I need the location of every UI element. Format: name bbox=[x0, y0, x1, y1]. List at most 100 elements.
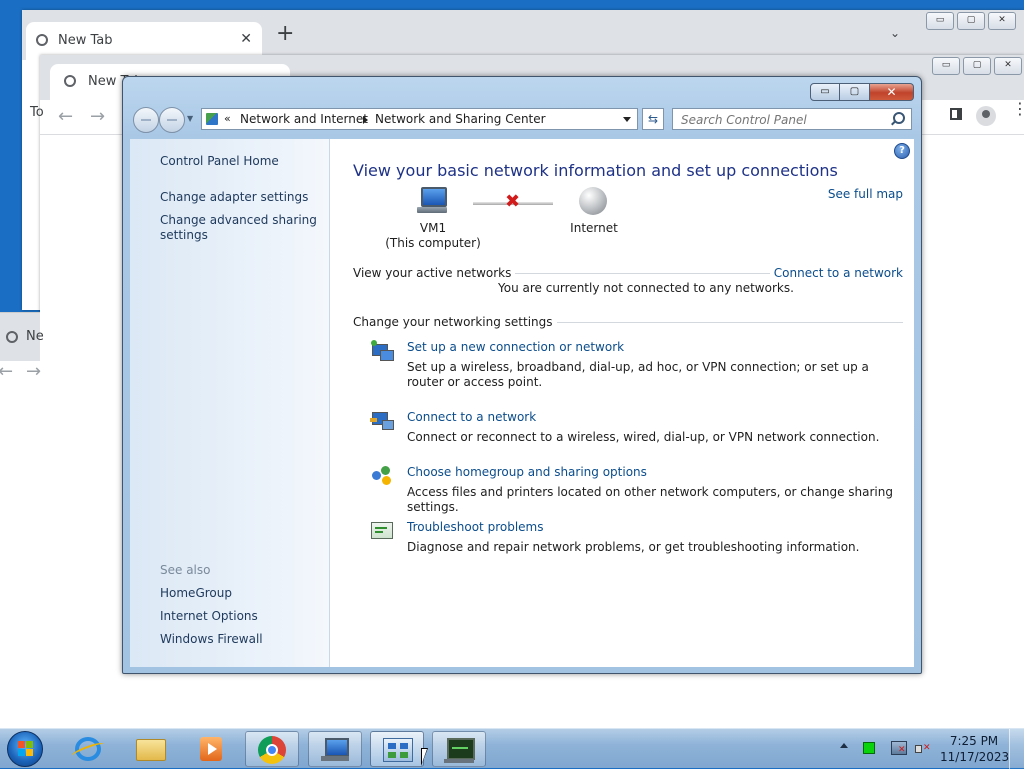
control-panel-icon bbox=[206, 113, 218, 125]
help-icon[interactable]: ? bbox=[894, 143, 910, 159]
internet-globe-icon bbox=[579, 187, 607, 215]
left-pane: Control Panel Home Change adapter settin… bbox=[130, 139, 330, 667]
troubleshoot-link[interactable]: Troubleshoot problems bbox=[407, 520, 543, 534]
windows-firewall-link[interactable]: Windows Firewall bbox=[160, 632, 320, 647]
close-button[interactable]: ✕ bbox=[988, 12, 1016, 30]
internet-label: Internet bbox=[570, 221, 618, 235]
chrome-favicon-icon bbox=[36, 34, 48, 46]
tab-title[interactable]: Ne bbox=[26, 329, 44, 344]
chrome-favicon-icon bbox=[6, 331, 18, 343]
window-body: Control Panel Home Change adapter settin… bbox=[130, 139, 914, 667]
address-dropdown-icon[interactable] bbox=[623, 117, 631, 122]
close-button[interactable]: ✕ bbox=[870, 83, 914, 101]
taskbar-internet-explorer[interactable] bbox=[62, 731, 116, 767]
maximize-button[interactable]: ▢ bbox=[957, 12, 985, 30]
taskbar-network-window[interactable] bbox=[308, 731, 362, 767]
breadcrumb-network-sharing-center[interactable]: Network and Sharing Center bbox=[375, 112, 546, 126]
page-text-stub: To bbox=[30, 105, 44, 120]
browser-tabstrip: New Tab ✕ + ⌄ ▭ ▢ ✕ bbox=[22, 10, 1024, 60]
connect-to-network-link[interactable]: Connect to a network bbox=[769, 266, 903, 280]
back-arrow-icon[interactable]: ← bbox=[0, 361, 13, 382]
active-networks-heading: View your active networks bbox=[353, 266, 516, 280]
window-controls: ▭ ▢ ✕ bbox=[810, 83, 914, 101]
search-box[interactable] bbox=[672, 108, 912, 130]
tab-search-icon[interactable]: ⌄ bbox=[890, 26, 900, 40]
minimize-button[interactable]: ▭ bbox=[926, 12, 954, 30]
breadcrumb-overflow[interactable]: « bbox=[224, 112, 231, 125]
tray-status-icon[interactable] bbox=[863, 742, 875, 754]
network-sharing-center-window: ▭ ▢ ✕ ▼ « Network and Internet Network a… bbox=[122, 76, 922, 674]
address-bar[interactable]: « Network and Internet Network and Shari… bbox=[201, 108, 638, 130]
maximize-button[interactable]: ▢ bbox=[840, 83, 870, 101]
main-content: ? View your basic network information an… bbox=[330, 139, 914, 667]
task-description: Set up a wireless, broadband, dial-up, a… bbox=[407, 360, 869, 389]
back-arrow-icon[interactable]: ← bbox=[58, 106, 73, 127]
internet-explorer-icon bbox=[75, 737, 101, 761]
minimize-button[interactable]: ▭ bbox=[932, 57, 960, 75]
not-connected-status: You are currently not connected to any n… bbox=[498, 281, 794, 295]
change-advanced-sharing-link[interactable]: Change advanced sharing settings bbox=[160, 213, 320, 243]
start-button[interactable] bbox=[7, 731, 43, 767]
side-panel-icon[interactable] bbox=[950, 108, 962, 120]
mouse-cursor-icon bbox=[421, 748, 428, 766]
homegroup-link[interactable]: HomeGroup bbox=[160, 586, 320, 601]
show-desktop-button[interactable] bbox=[1009, 729, 1024, 769]
new-connection-icon bbox=[370, 340, 394, 362]
internet-options-link[interactable]: Internet Options bbox=[160, 609, 320, 624]
computer-icon bbox=[417, 187, 447, 215]
see-also-heading: See also bbox=[160, 563, 211, 577]
taskbar-chrome[interactable] bbox=[245, 731, 299, 767]
computer-subtitle: (This computer) bbox=[385, 236, 481, 250]
taskbar-file-explorer[interactable] bbox=[124, 731, 178, 767]
close-button[interactable]: ✕ bbox=[994, 57, 1022, 75]
homegroup-sharing-link[interactable]: Choose homegroup and sharing options bbox=[407, 465, 647, 479]
show-hidden-icons-button[interactable] bbox=[840, 743, 848, 748]
setup-connection-link[interactable]: Set up a new connection or network bbox=[407, 340, 624, 354]
search-icon[interactable] bbox=[893, 112, 905, 124]
see-full-map-link[interactable]: See full map bbox=[828, 187, 903, 201]
forward-arrow-icon[interactable]: → bbox=[26, 361, 41, 382]
computer-name: VM1 bbox=[419, 221, 447, 235]
taskbar-diagnostics[interactable] bbox=[432, 731, 486, 767]
profile-avatar-icon[interactable] bbox=[976, 106, 996, 126]
minimize-button[interactable]: ▭ bbox=[810, 83, 840, 101]
menu-icon[interactable]: ⋮ bbox=[1012, 101, 1024, 117]
breadcrumb-arrow-icon[interactable] bbox=[363, 116, 368, 124]
taskbar: 7:25 PM 11/17/2023 bbox=[0, 728, 1024, 769]
task-description: Connect or reconnect to a wireless, wire… bbox=[407, 430, 880, 444]
tab-close-icon[interactable]: ✕ bbox=[240, 31, 252, 47]
task-description: Access files and printers located on oth… bbox=[407, 485, 893, 514]
browser-tabstrip: Ne bbox=[0, 313, 44, 361]
search-input[interactable] bbox=[679, 110, 888, 130]
homegroup-icon bbox=[370, 465, 394, 487]
media-player-icon bbox=[200, 737, 222, 761]
disconnected-x-icon[interactable]: ✖ bbox=[505, 193, 520, 211]
change-adapter-settings-link[interactable]: Change adapter settings bbox=[160, 190, 320, 205]
diagnostics-icon bbox=[447, 738, 475, 760]
volume-muted-icon[interactable] bbox=[915, 741, 931, 755]
back-button[interactable] bbox=[133, 107, 159, 133]
refresh-button[interactable]: ⇆ bbox=[642, 108, 664, 130]
connect-network-icon bbox=[370, 410, 394, 432]
chrome-icon bbox=[258, 736, 286, 764]
window-controls: ▭ ▢ ✕ bbox=[926, 12, 1016, 30]
settings-heading: Change your networking settings bbox=[353, 315, 557, 329]
taskbar-control-panel[interactable] bbox=[370, 731, 424, 767]
tab-title: New Tab bbox=[58, 33, 113, 48]
connect-network-link[interactable]: Connect to a network bbox=[407, 410, 536, 424]
control-panel-icon bbox=[383, 738, 413, 762]
network-disconnected-icon[interactable] bbox=[891, 741, 907, 755]
divider bbox=[470, 273, 796, 274]
browser-window-left: Ne ← → bbox=[0, 312, 44, 729]
breadcrumb-network-internet[interactable]: Network and Internet bbox=[240, 112, 368, 126]
new-tab-button[interactable]: + bbox=[276, 23, 294, 45]
clock-date[interactable]: 11/17/2023 bbox=[940, 750, 1009, 764]
maximize-button[interactable]: ▢ bbox=[963, 57, 991, 75]
forward-arrow-icon[interactable]: → bbox=[90, 106, 105, 127]
control-panel-home-link[interactable]: Control Panel Home bbox=[160, 154, 320, 169]
forward-button[interactable] bbox=[159, 107, 185, 133]
file-explorer-icon bbox=[136, 739, 166, 761]
recent-pages-dropdown-icon[interactable]: ▼ bbox=[187, 114, 193, 123]
clock-time[interactable]: 7:25 PM bbox=[944, 734, 1004, 748]
taskbar-media-player[interactable] bbox=[184, 731, 238, 767]
